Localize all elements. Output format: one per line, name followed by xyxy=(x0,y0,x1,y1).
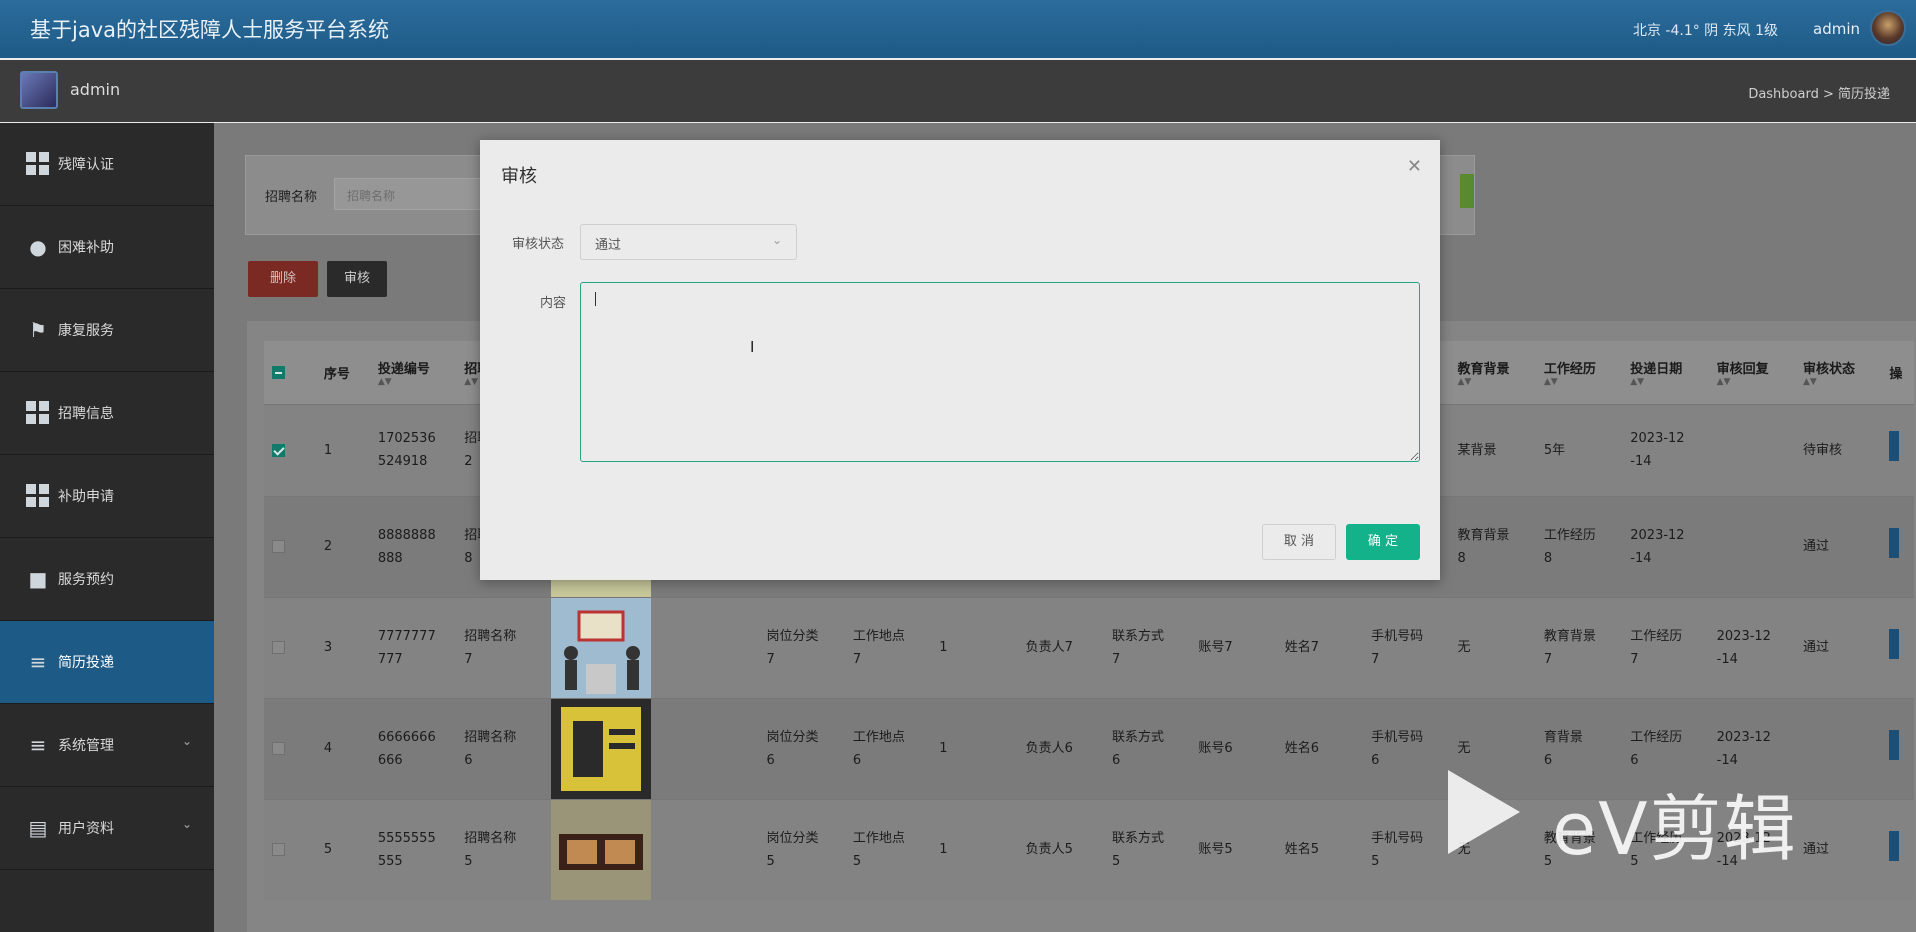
audit-status-value: 通过 xyxy=(595,238,622,253)
confirm-button[interactable]: 确 定 xyxy=(1346,524,1420,560)
chevron-down-icon: ⌄ xyxy=(771,233,782,247)
audit-status-select[interactable]: 通过 ⌄ xyxy=(580,224,797,260)
audit-status-label: 审核状态 xyxy=(512,237,565,252)
watermark: eV剪辑 xyxy=(1448,766,1818,871)
cancel-button[interactable]: 取 消 xyxy=(1262,524,1336,560)
audit-dialog: 审核 ✕ 审核状态 通过 ⌄ 内容 I 取 消 确 定 xyxy=(480,140,1440,580)
content-label: 内容 xyxy=(540,296,567,311)
close-icon[interactable]: ✕ xyxy=(1407,156,1422,177)
dialog-title: 审核 xyxy=(501,166,537,187)
text-cursor-icon: I xyxy=(750,338,755,356)
text-caret xyxy=(595,292,596,306)
watermark-text: eV剪辑 xyxy=(1552,787,1798,871)
play-logo-icon xyxy=(1448,770,1520,854)
content-textarea[interactable] xyxy=(580,282,1420,462)
